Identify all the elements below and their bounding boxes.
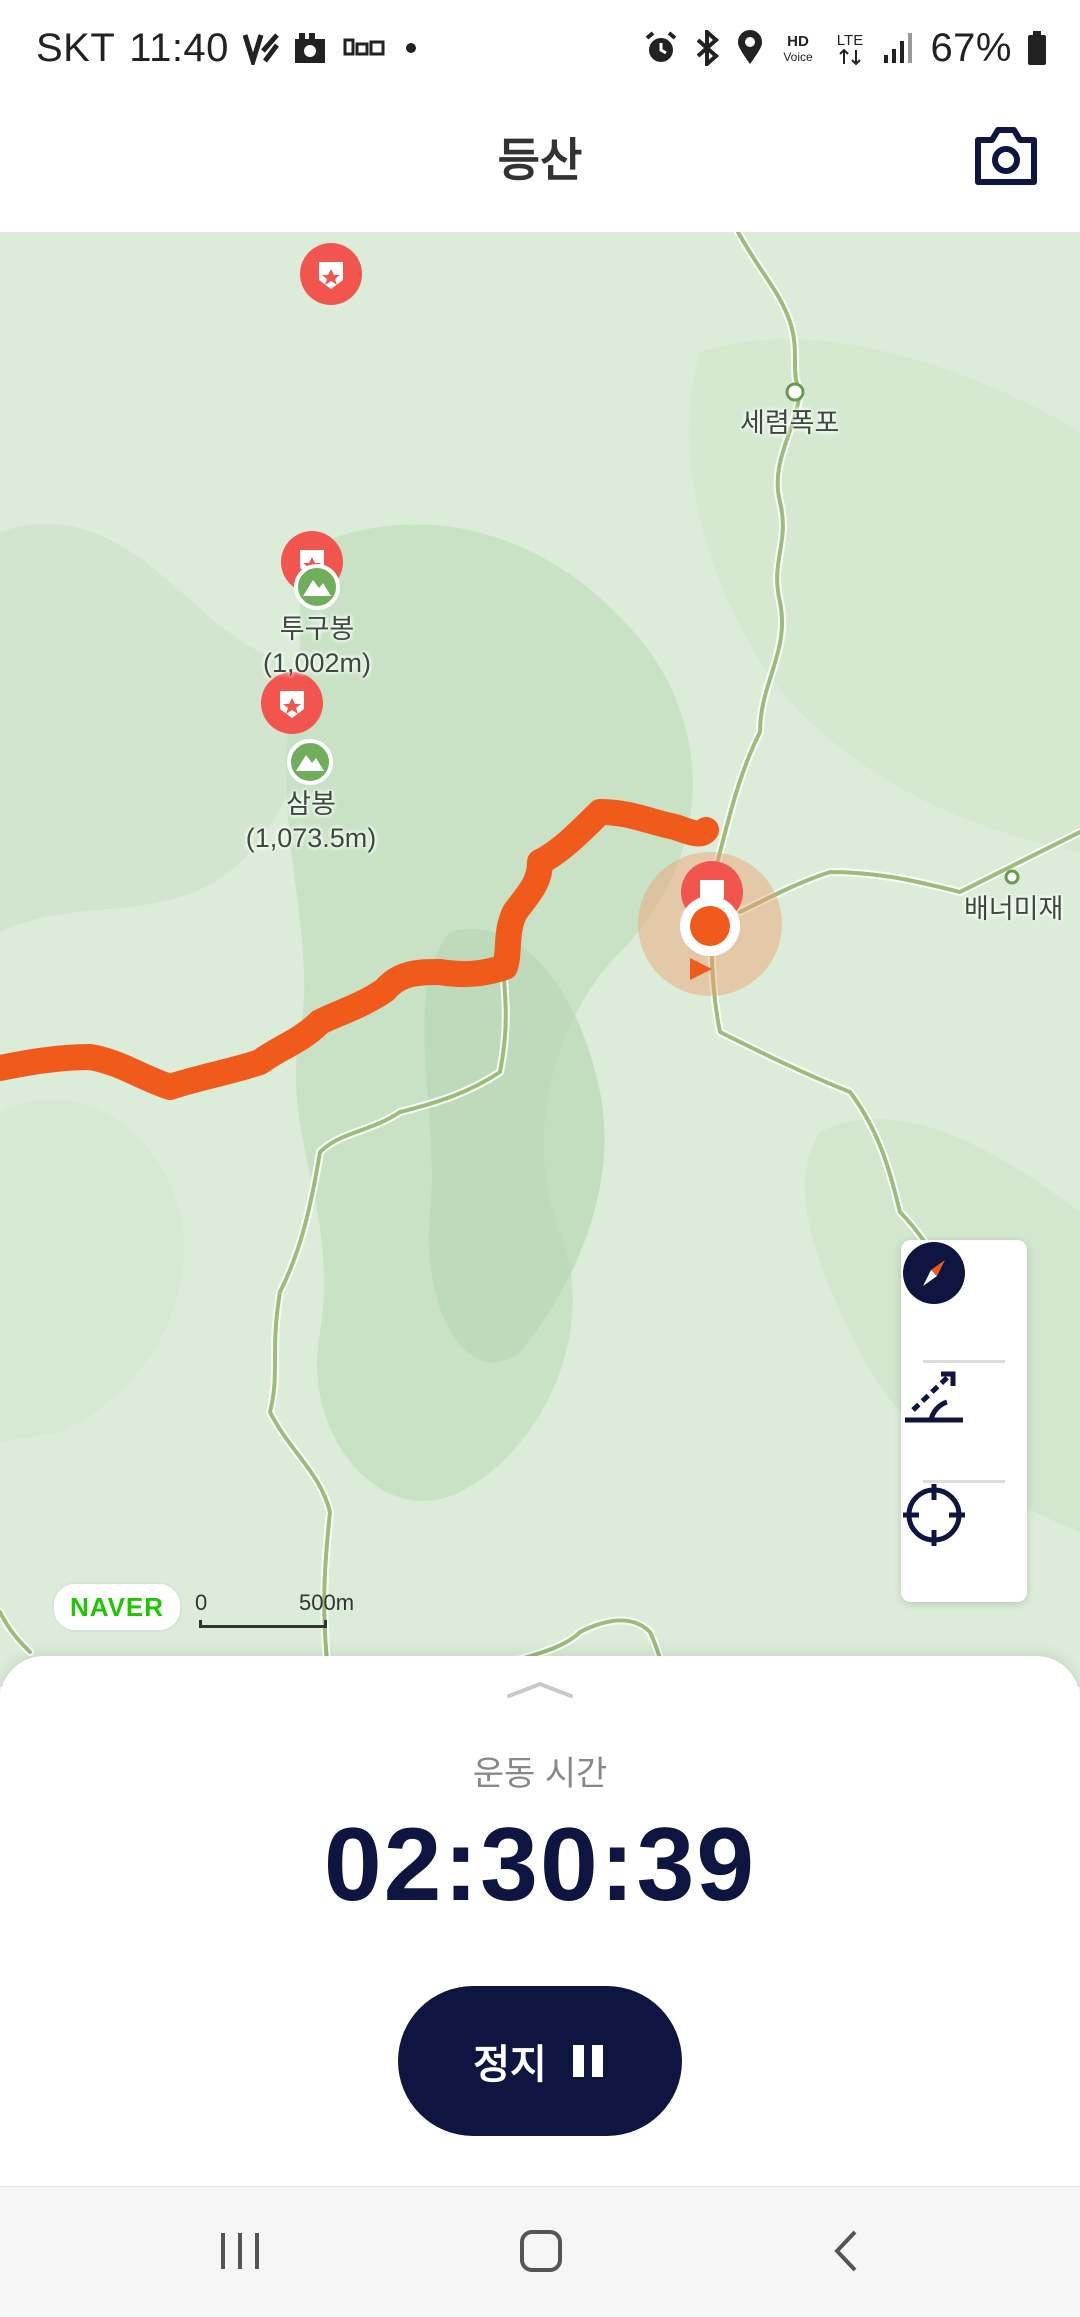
signal-alert-icon (242, 31, 279, 65)
pause-icon (572, 2045, 603, 2077)
map-controls (901, 1240, 1027, 1602)
alarm-icon (644, 31, 678, 65)
sheet-handle[interactable] (505, 1680, 575, 1700)
peak1-mountain-icon (294, 564, 340, 610)
current-location-dot (680, 896, 740, 956)
home-icon (520, 2230, 562, 2272)
clock: 11:40 (129, 25, 229, 70)
slope-button[interactable] (901, 1362, 1027, 1480)
label-pass: 배너미재 (964, 894, 1064, 924)
label-waterfall: 세렴폭포 (740, 408, 840, 438)
carrier: SKT (36, 25, 116, 70)
app-bar: 등산 (0, 96, 1080, 232)
scale-end: 500m (299, 1590, 355, 1615)
recent-apps-button[interactable] (205, 2221, 275, 2281)
label-peak2-height: (1,073.5m) (245, 823, 377, 853)
dmb-icon (343, 36, 387, 60)
map-view[interactable]: 세렴폭포 투구봉 (1,002m) 삼봉 (1,073.5m) 배너미재 NAV… (0, 232, 1080, 1687)
location-icon (736, 30, 764, 66)
back-icon (834, 2230, 857, 2272)
label-peak2: 삼봉 (1,073.5m) (238, 787, 384, 855)
bluetooth-icon (692, 30, 722, 66)
stop-button-label: 정지 (473, 2043, 547, 2087)
lte-icon: LTE (832, 30, 868, 66)
battery-icon (1026, 30, 1048, 66)
marker-top[interactable] (300, 243, 362, 305)
peak2-mountain-icon (287, 739, 333, 785)
hd-voice-icon: HD Voice (778, 31, 818, 65)
camera-icon[interactable] (974, 126, 1038, 186)
dot-icon (401, 38, 421, 58)
battery-percent: 67% (930, 25, 1012, 70)
locate-button[interactable] (901, 1482, 1027, 1600)
photo-icon (293, 31, 329, 65)
page-title: 등산 (497, 134, 583, 186)
recent-apps-icon (221, 2233, 259, 2269)
marker-peak2[interactable] (261, 672, 323, 734)
naver-logo[interactable]: NAVER (52, 1582, 182, 1632)
stop-button[interactable]: 정지 (398, 1986, 682, 2136)
exercise-time-label: 운동 시간 (472, 1755, 608, 1793)
map-scale: 0 500m (195, 1590, 355, 1638)
exercise-time-value: 02:30:39 (323, 1807, 757, 1923)
label-peak1-name: 투구봉 (279, 614, 355, 644)
status-bar: SKT 11:40 HD Voice LTE 67% (0, 0, 1080, 96)
scale-start: 0 (195, 1590, 208, 1615)
exercise-panel: 운동 시간 02:30:39 정지 (0, 1656, 1080, 2186)
slope-icon (905, 1371, 963, 1423)
waterfall-node (785, 382, 805, 402)
crosshair-icon (903, 1484, 965, 1546)
svg-text:Voice: Voice (784, 50, 814, 64)
svg-text:LTE: LTE (837, 32, 863, 49)
compass-icon (903, 1242, 965, 1304)
svg-text:HD: HD (788, 33, 810, 50)
label-peak1-height: (1,002m) (262, 648, 372, 678)
compass-button[interactable] (901, 1240, 1027, 1358)
label-peak1: 투구봉 (1,002m) (262, 612, 372, 680)
system-nav-bar (0, 2186, 1080, 2317)
scale-bar (199, 1620, 327, 1628)
signal-icon (882, 31, 916, 65)
back-button[interactable] (810, 2221, 880, 2281)
home-button[interactable] (506, 2221, 576, 2281)
label-peak2-name: 삼봉 (286, 789, 336, 819)
